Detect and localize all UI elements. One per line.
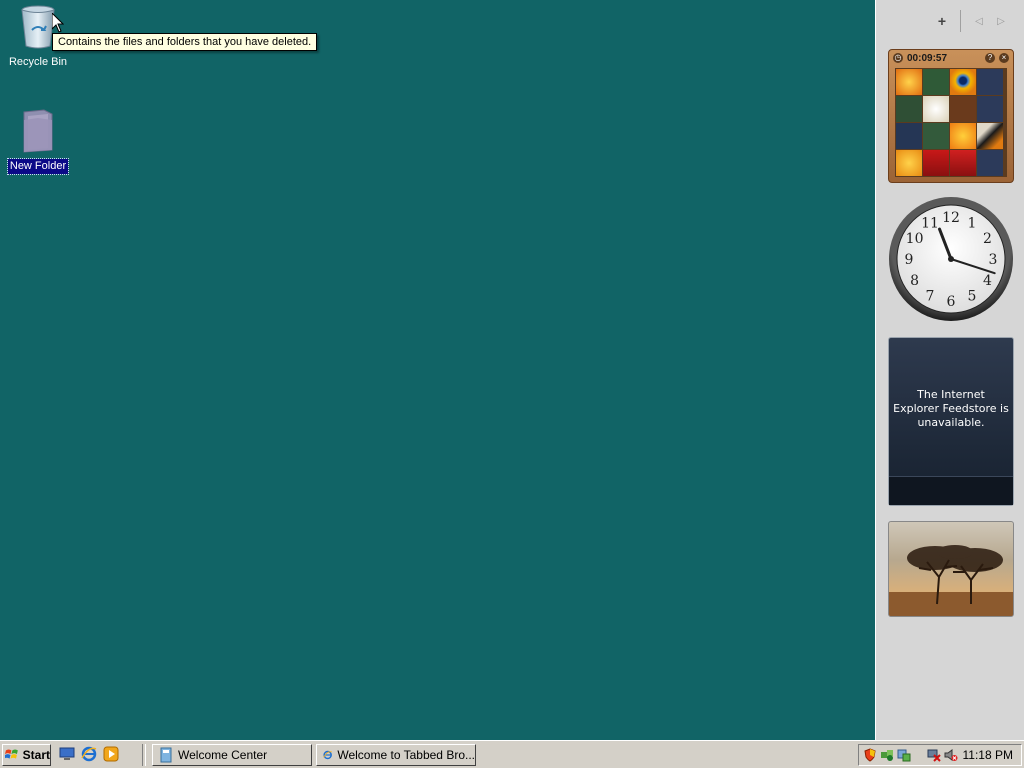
volume-muted-icon[interactable] (944, 748, 958, 762)
puzzle-tile[interactable] (977, 123, 1003, 149)
new-folder-desktop-icon[interactable]: New Folder (0, 106, 76, 175)
clock-numeral: 3 (989, 252, 998, 268)
timer-icon: ◷ (893, 53, 903, 63)
puzzle-timer: 00:09:57 (907, 52, 948, 64)
picture-puzzle-gadget[interactable]: ◷ 00:09:57 ? × (888, 49, 1014, 183)
internet-explorer-icon[interactable] (80, 745, 98, 763)
puzzle-tile[interactable] (977, 96, 1003, 122)
puzzle-grid[interactable] (895, 68, 1007, 177)
next-page-button[interactable]: ▷ (993, 11, 1009, 31)
solve-icon[interactable]: × (999, 53, 1009, 63)
sidebar-controls: + ◁ ▷ (934, 10, 1009, 32)
start-label: Start (22, 748, 50, 762)
puzzle-tile[interactable] (950, 96, 976, 122)
sidebar-divider (960, 10, 961, 32)
taskbar-button-welcome-center[interactable]: Welcome Center (152, 744, 312, 766)
clock-numeral: 12 (942, 210, 960, 226)
clock-face: 12 12 3 45678 9 1011 (889, 197, 1013, 321)
network-disconnected-icon[interactable] (927, 748, 941, 762)
windows-sidebar: + ◁ ▷ ◷ 00:09:57 ? × 12 1 2 3 4 5 6 7 8 … (875, 0, 1024, 740)
clock-numeral: 5 (968, 288, 977, 304)
clock-numeral: 11 (921, 216, 939, 232)
taskbar: Start Welcome Center Welcome to Tabbed B… (0, 740, 1024, 768)
feed-footer-bar (889, 476, 1013, 505)
clock-numeral: 8 (910, 273, 919, 289)
puzzle-tile[interactable] (923, 96, 949, 122)
puzzle-tile[interactable] (977, 150, 1003, 176)
help-icon[interactable]: ? (985, 53, 995, 63)
taskbar-button-label: Welcome to Tabbed Bro... (337, 748, 475, 762)
puzzle-tile[interactable] (950, 150, 976, 176)
mouse-cursor-icon (52, 13, 64, 33)
clock-numeral: 2 (983, 231, 992, 247)
feed-unavailable-message: The Internet Explorer Feedstore is unava… (893, 388, 1009, 429)
recycle-bin-label: Recycle Bin (8, 56, 68, 68)
taskbar-clock[interactable]: 11:18 PM (963, 748, 1013, 762)
new-folder-label: New Folder (6, 158, 70, 175)
start-button[interactable]: Start (2, 744, 51, 766)
puzzle-tile[interactable] (896, 123, 922, 149)
clock-numeral: 1 (968, 216, 977, 232)
folder-icon (23, 109, 53, 153)
puzzle-tile[interactable] (923, 69, 949, 95)
taskbar-button-label: Welcome Center (178, 748, 268, 762)
puzzle-tile[interactable] (977, 69, 1003, 95)
internet-explorer-icon (323, 750, 332, 760)
slideshow-gadget[interactable] (888, 521, 1014, 617)
puzzle-tile[interactable] (896, 150, 922, 176)
clock-numeral: 10 (906, 231, 924, 247)
clock-numeral: 9 (905, 252, 914, 268)
clock-numeral: 7 (926, 288, 935, 304)
feed-headlines-gadget[interactable]: The Internet Explorer Feedstore is unava… (888, 337, 1014, 506)
puzzle-tile[interactable] (896, 69, 922, 95)
previous-page-button[interactable]: ◁ (971, 11, 987, 31)
show-desktop-icon[interactable] (58, 745, 76, 763)
sync-icon[interactable] (897, 748, 911, 762)
puzzle-tile[interactable] (950, 69, 976, 95)
clock-numeral: 4 (983, 273, 992, 289)
puzzle-tile[interactable] (950, 123, 976, 149)
windows-flag-icon (5, 749, 18, 759)
clock-gadget[interactable]: 12 1 2 3 4 5 6 7 8 9 10 11 (888, 196, 1013, 322)
welcome-center-icon (160, 747, 172, 763)
puzzle-header: ◷ 00:09:57 ? × (889, 50, 1013, 66)
media-player-icon[interactable] (102, 745, 120, 763)
security-shield-icon[interactable] (863, 748, 877, 762)
quick-launch-divider (142, 744, 146, 766)
notification-area: 11:18 PM (858, 744, 1022, 766)
trees-photo (889, 545, 1013, 616)
clock-numeral: 6 (947, 294, 956, 310)
desktop[interactable]: Recycle Bin New Folder Contains the file… (0, 0, 875, 740)
puzzle-tile[interactable] (923, 123, 949, 149)
network-icon[interactable] (880, 748, 894, 762)
recycle-bin-tooltip: Contains the files and folders that you … (52, 33, 318, 51)
add-gadget-button[interactable]: + (934, 11, 950, 31)
puzzle-tile[interactable] (896, 96, 922, 122)
quick-launch (58, 745, 120, 763)
taskbar-button-tabbed-browsing[interactable]: Welcome to Tabbed Bro... (316, 744, 476, 766)
puzzle-tile[interactable] (923, 150, 949, 176)
